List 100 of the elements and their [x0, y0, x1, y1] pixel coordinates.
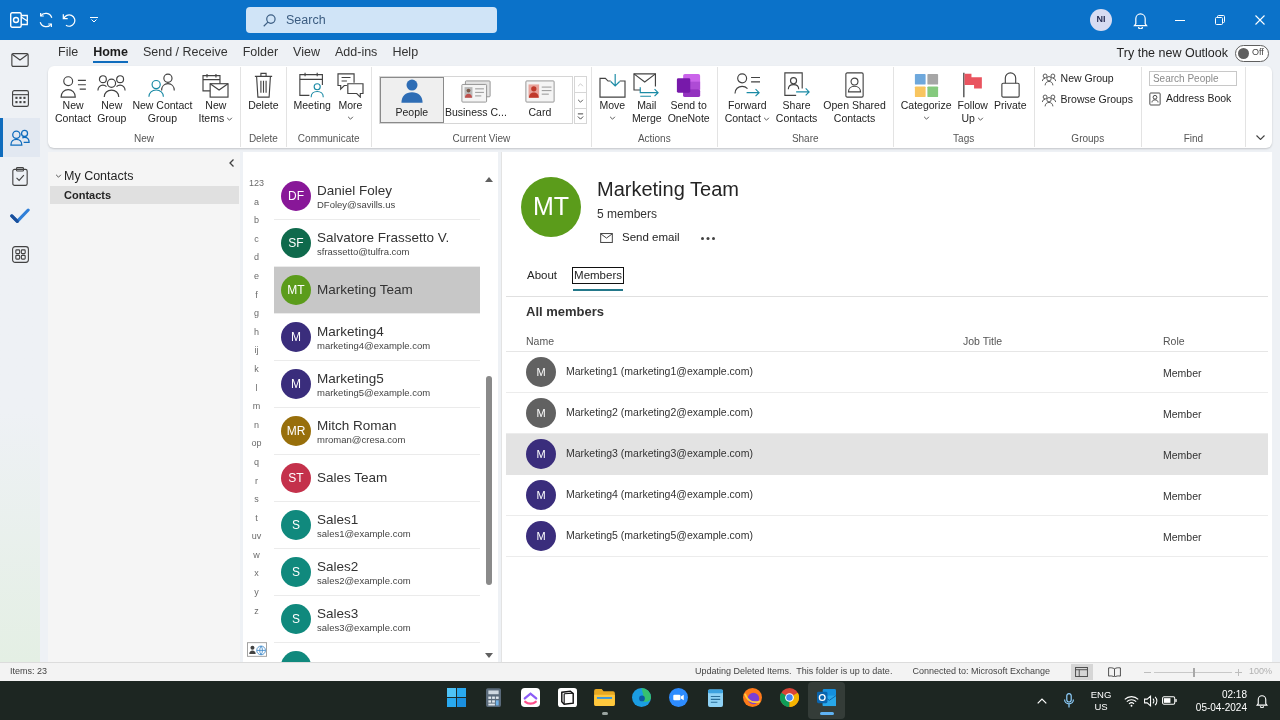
account-avatar[interactable]: NI [1090, 9, 1112, 31]
ribbon-link-button[interactable]: Browse Groups [1041, 92, 1133, 108]
ribbon-button[interactable]: New Items [195, 71, 237, 125]
index-letter[interactable]: h [254, 322, 259, 342]
index-letter[interactable]: 123 [249, 174, 264, 193]
ribbon-button[interactable]: Categorize [897, 71, 955, 120]
ribbon-button[interactable]: Follow Up [954, 71, 991, 125]
index-letter[interactable]: f [255, 285, 258, 305]
search-field[interactable]: Search People [1148, 71, 1237, 86]
index-letter[interactable]: z [254, 601, 259, 621]
scroll-down-arrow-icon[interactable] [485, 653, 493, 658]
ribbon-link-button[interactable]: Address Book [1148, 91, 1237, 107]
language-button[interactable]: ENG US [1086, 688, 1116, 713]
menu-tab[interactable]: File [58, 43, 79, 63]
menu-tab[interactable]: Home [93, 43, 128, 63]
index-letter[interactable]: g [254, 304, 259, 323]
ribbon-button[interactable]: Share Contacts [772, 71, 821, 125]
index-letter[interactable]: n [254, 415, 259, 435]
index-letter[interactable]: x [254, 564, 259, 584]
scrollbar-thumb[interactable] [486, 376, 492, 585]
wifi-icon[interactable] [1124, 694, 1139, 707]
view-option[interactable]: Business C... [443, 77, 508, 123]
calendar-icon [11, 90, 29, 107]
collapse-pane-button[interactable] [227, 158, 235, 168]
ribbon-button[interactable]: Open Shared Contacts [820, 71, 889, 125]
member-row[interactable]: M Marketing3 (marketing3@example.com) Member [506, 434, 1268, 475]
contact-list-item[interactable]: S Sales3 sales3@example.com [274, 596, 480, 643]
index-letter[interactable]: m [252, 397, 261, 416]
contact-list-item[interactable]: M Marketing5 marketing5@example.com [274, 361, 480, 408]
contact-globe-icon[interactable] [246, 642, 267, 657]
index-letter[interactable]: op [251, 434, 262, 453]
collapse-ribbon-button[interactable] [1254, 132, 1266, 142]
toggle-switch[interactable]: Off [1235, 44, 1269, 62]
sync-button[interactable] [37, 11, 55, 29]
chevron-logo-icon [521, 688, 540, 707]
ribbon-button[interactable]: New Group [94, 71, 130, 125]
index-letter[interactable]: a [254, 192, 259, 212]
view-option[interactable]: Card [507, 77, 572, 123]
contact-list-item[interactable]: MT Marketing Team [274, 267, 480, 314]
index-letter[interactable]: uv [251, 527, 262, 546]
index-letter[interactable]: e [254, 266, 259, 286]
ribbon-button[interactable]: New Contact Group [129, 71, 196, 125]
normal-view-button[interactable] [1070, 664, 1093, 680]
menu-tab[interactable]: View [293, 43, 320, 63]
clock-button[interactable]: 02:18 05-04-2024 [1185, 687, 1247, 714]
ribbon-button[interactable]: New Contact [52, 71, 95, 125]
speaker-icon[interactable] [1144, 694, 1159, 707]
search-field[interactable]: Search [246, 7, 497, 33]
contact-list-item[interactable]: S Sales1 sales1@example.com [274, 502, 480, 549]
index-letter[interactable]: w [253, 545, 260, 565]
ribbon-button[interactable]: Meeting [290, 71, 334, 112]
tab[interactable]: Members [573, 268, 623, 291]
index-letter[interactable]: d [254, 248, 259, 267]
zoom-slider[interactable] [1153, 667, 1232, 677]
index-letter[interactable]: t [255, 508, 258, 528]
person-icon [400, 79, 423, 103]
tab[interactable]: About [526, 268, 559, 291]
avatar: S [281, 604, 311, 634]
index-letter[interactable]: l [255, 378, 258, 398]
envelope-icon [600, 233, 613, 243]
contact-list-item[interactable]: M Marketing4 marketing4@example.com [274, 314, 480, 361]
folder-tree-item[interactable]: My Contacts [48, 168, 240, 184]
ribbon-button[interactable]: Send to OneNote [664, 71, 713, 125]
checkmark-icon [10, 208, 30, 223]
send-email-button[interactable]: Send email [600, 229, 680, 247]
index-letter[interactable]: s [254, 490, 259, 509]
index-letter[interactable]: r [255, 471, 258, 491]
index-letter[interactable]: k [254, 359, 259, 379]
app-menu-button[interactable] [10, 11, 28, 29]
windows-logo-icon [447, 688, 466, 707]
index-letter[interactable]: b [254, 211, 259, 230]
menu-tab[interactable]: Add-ins [335, 43, 378, 63]
nav-rail-button[interactable] [0, 118, 40, 157]
scroll-up-arrow-icon[interactable] [485, 177, 493, 182]
ribbon-button[interactable]: Private [990, 71, 1030, 112]
ribbon-button[interactable]: More [333, 71, 367, 120]
contact-name: Mitch Roman [317, 417, 398, 434]
index-letter[interactable]: q [254, 452, 259, 472]
slider-thumb[interactable] [1192, 667, 1195, 677]
sync-icon [38, 12, 54, 28]
zoom-level: 100% [1248, 665, 1272, 679]
ribbon-button[interactable]: Move [595, 71, 629, 120]
folder-tree-item[interactable]: Contacts [50, 186, 239, 204]
undo-button[interactable] [61, 11, 77, 29]
ribbon-button[interactable]: Mail Merge [628, 71, 665, 125]
menu-tab[interactable]: Send / Receive [142, 43, 228, 63]
index-letter[interactable]: c [254, 229, 259, 249]
menu-tab[interactable]: Folder [242, 43, 279, 63]
menu-tab[interactable]: Help [392, 43, 419, 63]
contact-list-item[interactable]: S Sales2 sales2@example.com [274, 549, 480, 596]
gallery-expand-button[interactable] [574, 108, 586, 123]
ribbon-button[interactable]: Delete [245, 71, 282, 112]
index-letter[interactable]: y [254, 583, 259, 602]
ribbon-link-button[interactable]: New Group [1041, 71, 1133, 87]
battery-icon[interactable] [1162, 696, 1177, 705]
member-role: Member [1163, 449, 1202, 461]
ribbon-button[interactable]: Forward Contact [721, 71, 773, 125]
view-option[interactable]: People [379, 77, 444, 123]
contact-list-item[interactable]: ST Sales Team [274, 455, 480, 502]
index-letter[interactable]: ij [254, 341, 259, 360]
